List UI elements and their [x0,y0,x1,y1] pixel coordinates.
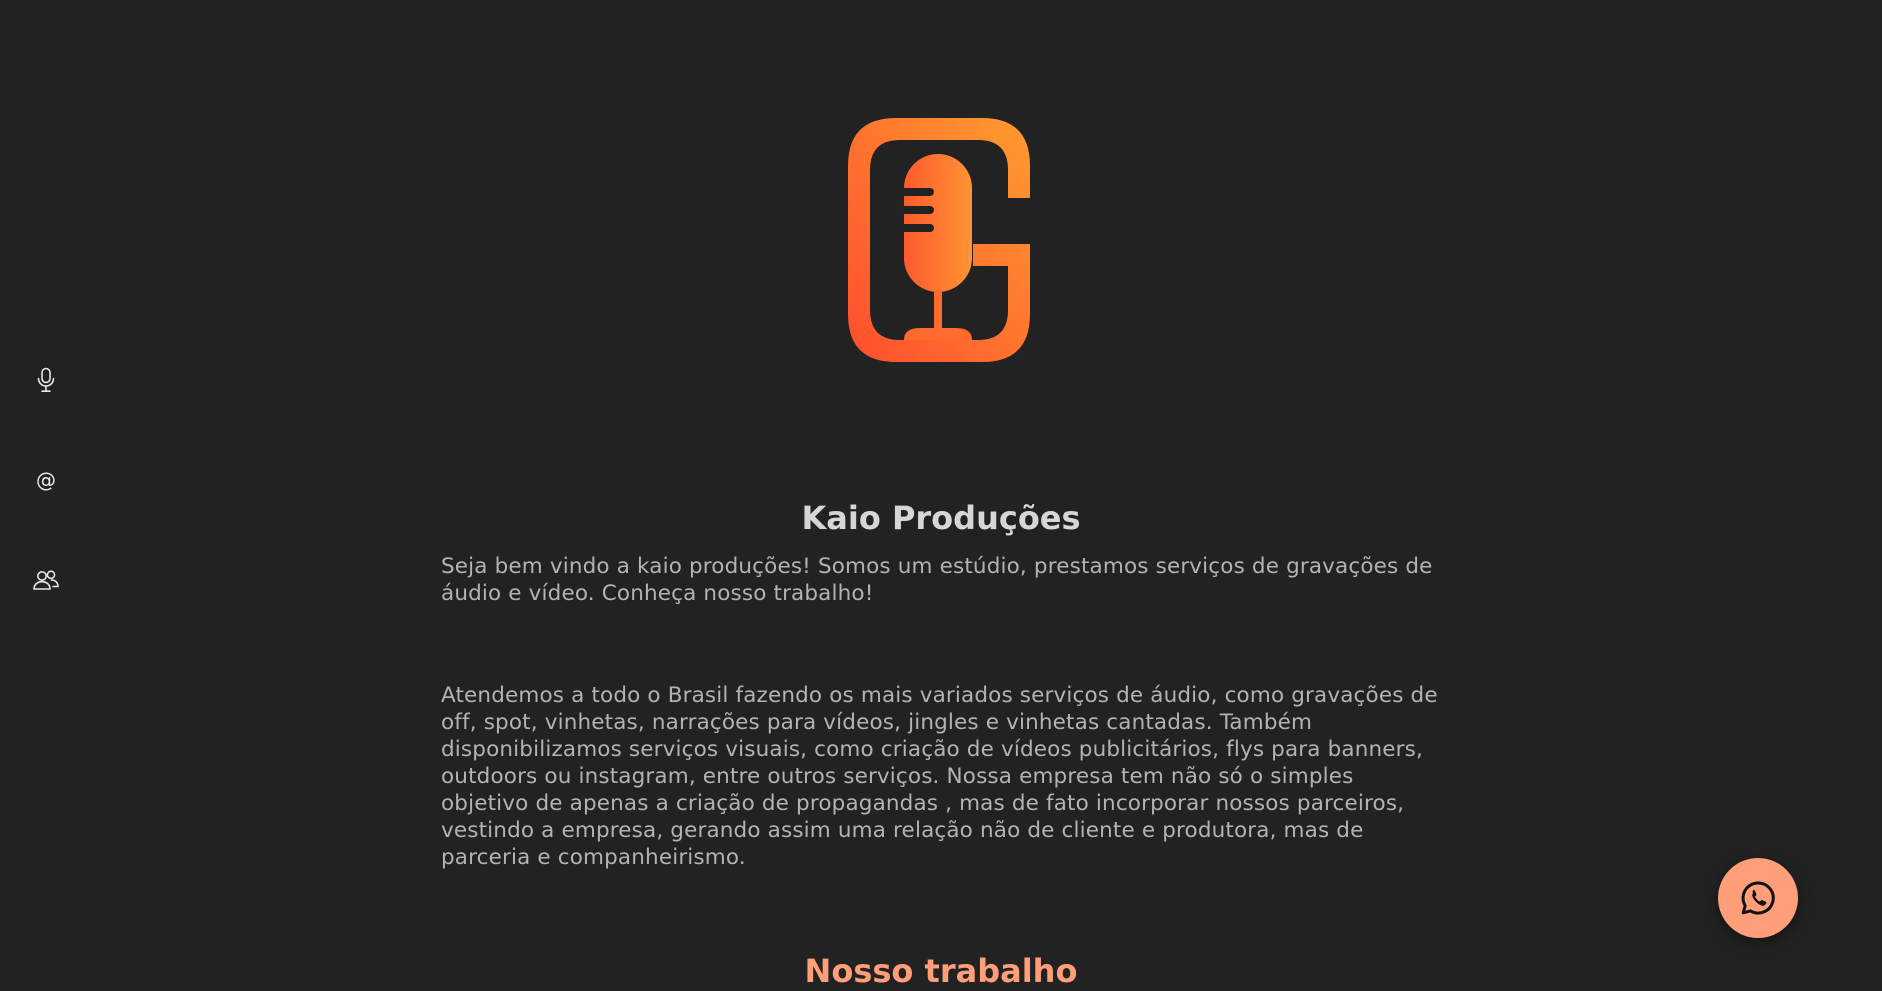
main-content: Kaio Produções Seja bem vindo a kaio pro… [441,495,1441,871]
page-title: Kaio Produções [801,499,1081,537]
about-paragraph: Atendemos a todo o Brasil fazendo os mai… [441,683,1438,870]
whatsapp-button[interactable] [1718,858,1798,938]
at-sign-icon: @ [36,468,56,492]
microphone-icon [37,367,55,393]
work-section-title: Nosso trabalho [804,952,1078,990]
nav-contact-link[interactable]: @ [26,460,66,500]
nav-audio-link[interactable] [26,360,66,400]
nav-about-link[interactable] [26,560,66,600]
kaio-producoes-logo [848,114,1034,366]
whatsapp-icon [1741,881,1775,915]
intro-paragraph: Seja bem vindo a kaio produções! Somos u… [441,554,1433,606]
users-icon [33,570,59,590]
